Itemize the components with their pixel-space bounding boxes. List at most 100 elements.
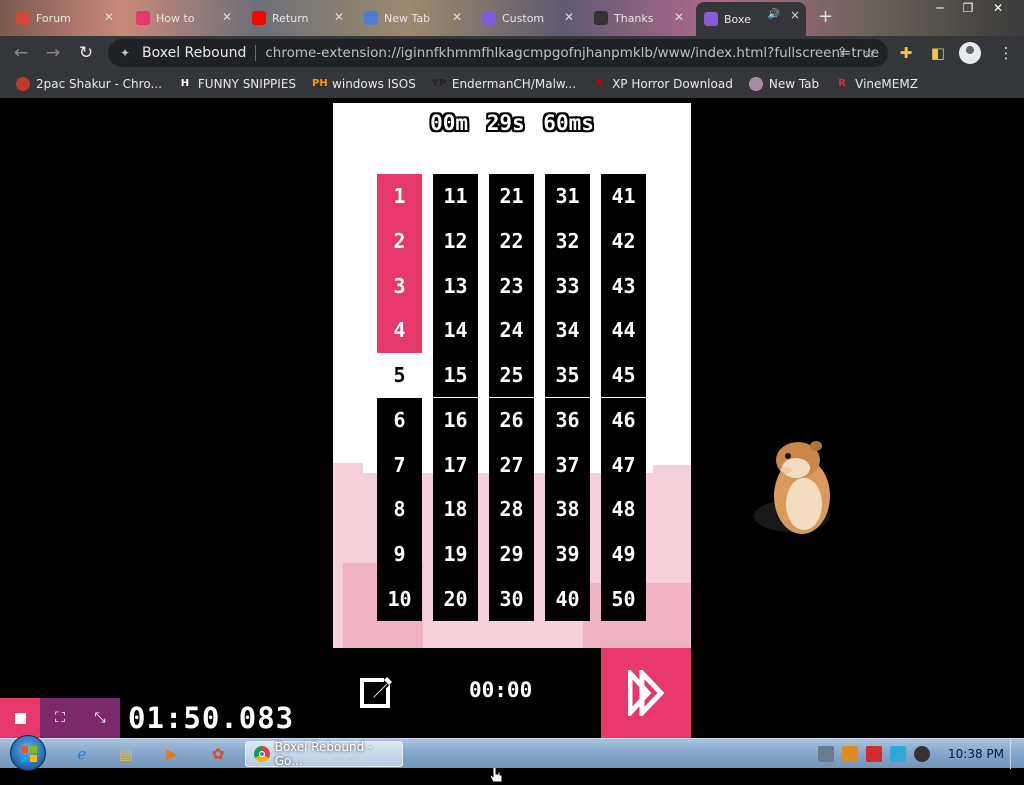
- extensions-puzzle-icon[interactable]: ✚: [896, 43, 916, 63]
- browser-tab[interactable]: Boxe × 🔊: [696, 2, 806, 36]
- back-icon[interactable]: ←: [10, 42, 32, 64]
- level-button[interactable]: 41: [601, 174, 646, 219]
- file-explorer-icon[interactable]: ▤: [108, 742, 144, 766]
- minimize-button[interactable]: ─: [926, 0, 954, 18]
- media-player-icon[interactable]: ▶: [154, 742, 190, 766]
- level-button[interactable]: 3: [377, 263, 422, 309]
- tab-close-icon[interactable]: ✕: [674, 10, 684, 24]
- forward-icon[interactable]: →: [42, 42, 64, 64]
- level-button[interactable]: 46: [601, 397, 646, 443]
- level-button[interactable]: 32: [545, 218, 590, 264]
- level-button[interactable]: 2: [377, 218, 422, 264]
- skip-button[interactable]: [601, 648, 691, 738]
- level-button[interactable]: 28: [489, 486, 534, 532]
- level-button[interactable]: 33: [545, 263, 590, 309]
- level-button[interactable]: 36: [545, 397, 590, 443]
- bookmark-item[interactable]: YP EndermanCH/Malw...: [432, 77, 576, 91]
- level-button[interactable]: 25: [489, 352, 534, 398]
- level-button[interactable]: 22: [489, 218, 534, 264]
- browser-tab[interactable]: How to ✕: [128, 4, 238, 32]
- start-button[interactable]: [10, 735, 46, 771]
- level-button[interactable]: 7: [377, 442, 422, 487]
- url-text[interactable]: chrome-extension://iginnfkhmmfhlkagcmpgo…: [265, 45, 879, 61]
- level-button[interactable]: 49: [601, 531, 646, 577]
- level-button[interactable]: 37: [545, 442, 590, 487]
- side-panel-icon[interactable]: ◧: [928, 43, 948, 63]
- search-tray-icon[interactable]: [842, 746, 858, 762]
- level-button[interactable]: 16: [433, 397, 478, 443]
- level-button[interactable]: 15: [433, 352, 478, 398]
- browser-tab[interactable]: Thanks ✕: [586, 4, 690, 32]
- level-button[interactable]: 23: [489, 263, 534, 309]
- bookmark-item[interactable]: X XP Horror Download: [592, 77, 733, 91]
- level-button[interactable]: 5: [377, 353, 422, 398]
- level-button[interactable]: 29: [489, 531, 534, 577]
- bookmark-item[interactable]: H FUNNY SNIPPIES: [178, 77, 296, 91]
- level-button[interactable]: 12: [433, 218, 478, 264]
- level-button[interactable]: 9: [377, 531, 422, 577]
- level-button[interactable]: 18: [433, 486, 478, 532]
- bookmark-item[interactable]: 2pac Shakur - Chro...: [16, 77, 162, 91]
- level-button[interactable]: 13: [433, 263, 478, 309]
- tab-close-icon[interactable]: ✕: [564, 10, 574, 24]
- maximize-button[interactable]: ❐: [954, 0, 982, 18]
- address-bar[interactable]: ✦ Boxel Rebound chrome-extension://iginn…: [108, 39, 888, 67]
- level-button[interactable]: 45: [601, 352, 646, 398]
- tab-audio-icon[interactable]: 🔊: [768, 9, 780, 20]
- edit-icon[interactable]: [359, 674, 395, 710]
- browser-tab[interactable]: New Tab ✕: [356, 4, 468, 32]
- level-button[interactable]: 8: [377, 486, 422, 532]
- level-button[interactable]: 20: [433, 576, 478, 621]
- bookmark-item[interactable]: R VineMEMZ: [835, 77, 918, 91]
- level-button[interactable]: 30: [489, 576, 534, 621]
- level-button[interactable]: 14: [433, 308, 478, 353]
- tray-icon[interactable]: [818, 746, 834, 762]
- tab-close-icon[interactable]: ×: [790, 8, 800, 22]
- level-button[interactable]: 17: [433, 442, 478, 487]
- level-button[interactable]: 42: [601, 218, 646, 264]
- new-tab-button[interactable]: +: [818, 6, 833, 27]
- level-button[interactable]: 47: [601, 442, 646, 487]
- internet-explorer-icon[interactable]: ℯ: [64, 742, 100, 766]
- level-button[interactable]: 27: [489, 442, 534, 487]
- tab-close-icon[interactable]: ✕: [104, 10, 114, 24]
- level-button[interactable]: 50: [601, 576, 646, 621]
- show-desktop-button[interactable]: [1010, 739, 1024, 769]
- level-button[interactable]: 19: [433, 531, 478, 577]
- tab-close-icon[interactable]: ✕: [222, 10, 232, 24]
- level-button[interactable]: 24: [489, 308, 534, 353]
- stop-button[interactable]: [0, 698, 40, 738]
- network-tray-icon[interactable]: [890, 746, 906, 762]
- level-button[interactable]: 44: [601, 308, 646, 353]
- reload-icon[interactable]: ↻: [75, 42, 97, 64]
- profile-avatar[interactable]: [959, 42, 981, 64]
- level-button[interactable]: 26: [489, 397, 534, 443]
- level-button[interactable]: 21: [489, 174, 534, 219]
- level-button[interactable]: 34: [545, 308, 590, 353]
- level-button[interactable]: 43: [601, 263, 646, 309]
- level-button[interactable]: 10: [377, 576, 422, 621]
- browser-tab[interactable]: Forum ✕: [8, 4, 120, 32]
- level-button[interactable]: 11: [433, 174, 478, 219]
- level-button[interactable]: 38: [545, 486, 590, 532]
- bookmark-item[interactable]: PH windows ISOS: [312, 77, 416, 91]
- close-window-button[interactable]: ✕: [984, 0, 1012, 18]
- share-icon[interactable]: ⇪: [836, 45, 848, 61]
- exit-fullscreen-icon[interactable]: ⤡: [80, 698, 120, 738]
- app-icon[interactable]: ✿: [200, 742, 236, 766]
- taskbar-chrome-window[interactable]: Boxel Rebound - Go...: [245, 740, 403, 768]
- level-button[interactable]: 4: [377, 308, 422, 353]
- level-button[interactable]: 48: [601, 486, 646, 532]
- level-button[interactable]: 31: [545, 174, 590, 219]
- taskbar-clock[interactable]: 10:38 PM: [948, 747, 1004, 761]
- level-button[interactable]: 40: [545, 576, 590, 621]
- flag-tray-icon[interactable]: [866, 746, 882, 762]
- level-button[interactable]: 35: [545, 352, 590, 398]
- tab-close-icon[interactable]: ✕: [452, 10, 462, 24]
- bookmark-item[interactable]: New Tab: [748, 77, 819, 91]
- browser-tab[interactable]: Custom ✕: [474, 4, 580, 32]
- level-button[interactable]: 1: [377, 174, 422, 219]
- fullscreen-icon[interactable]: ⛶: [40, 698, 80, 738]
- game-canvas[interactable]: 00m 29s 60ms 1 2 3 4 5 6 7 8 9 10 11 12 13 14 15 16 17 18…: [333, 103, 691, 648]
- bookmark-star-icon[interactable]: ☆: [863, 44, 876, 62]
